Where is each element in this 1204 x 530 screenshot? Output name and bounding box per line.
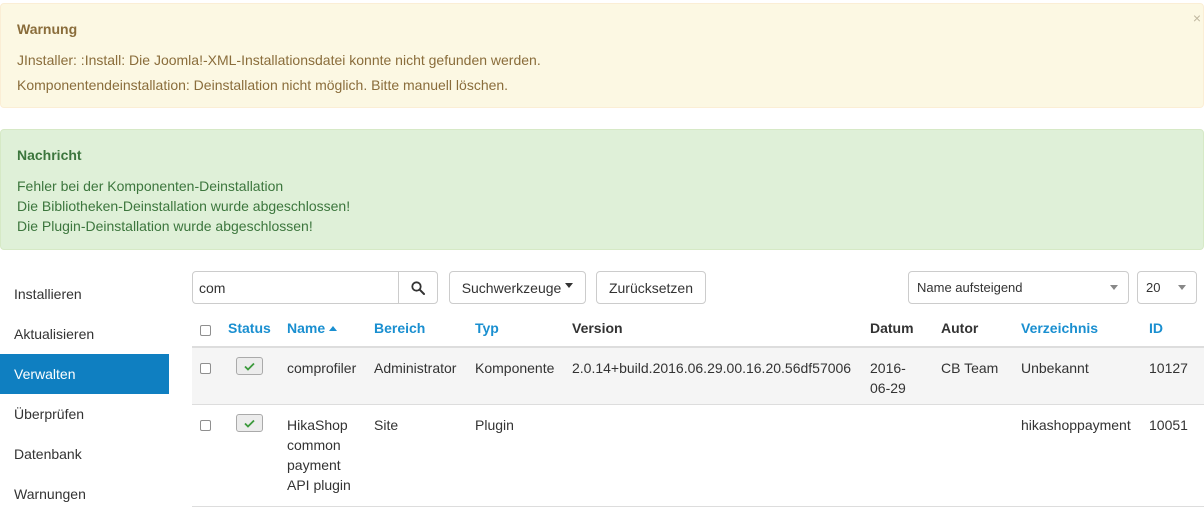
sort-ascending-icon [329,326,338,331]
search-input[interactable] [192,271,399,304]
row-typ: Komponente [475,360,555,376]
column-header-autor: Autor [941,320,979,336]
warning-message: Komponentendeinstallation: Deinstallatio… [17,77,509,93]
sort-select-value: Name aufsteigend [917,280,1023,295]
row-name[interactable]: comprofiler [287,358,356,378]
column-header-name-label: Name [287,320,326,336]
sidebar: Installieren Aktualisieren Verwalten Übe… [0,274,169,514]
select-all-checkbox[interactable] [200,325,211,336]
row-id: 10127 [1149,360,1188,376]
limit-select-value: 20 [1146,280,1161,295]
row-checkbox[interactable] [200,363,211,374]
row-name[interactable]: payment [287,455,341,475]
warning-alert: Warnung JInstaller: :Install: Die Joomla… [0,3,1204,108]
row-name[interactable]: HikaShop [287,415,348,435]
status-enabled-button[interactable] [236,357,263,375]
sidebar-item-verwalten[interactable]: Verwalten [0,354,169,394]
sidebar-item-aktualisieren[interactable]: Aktualisieren [0,314,169,354]
close-icon[interactable]: × [1193,10,1201,26]
check-icon [244,362,255,371]
sidebar-item-ueberpruefen[interactable]: Überprüfen [0,394,169,434]
column-header-verzeichnis[interactable]: Verzeichnis [1021,314,1098,344]
sidebar-item-warnungen[interactable]: Warnungen [0,474,169,514]
column-header-name[interactable]: Name [287,314,338,344]
row-verzeichnis: hikashoppayment [1021,417,1131,433]
warning-title: Warnung [17,21,78,37]
message-line: Fehler bei der Komponenten-Deinstallatio… [17,178,284,194]
table-row: HikaShop common payment API plugin Site … [192,405,1204,507]
row-name[interactable]: common [287,435,341,455]
sidebar-item-datenbank[interactable]: Datenbank [0,434,169,474]
row-checkbox[interactable] [200,420,211,431]
chevron-down-icon [1110,285,1118,290]
warning-message: JInstaller: :Install: Die Joomla!-XML-In… [17,52,541,68]
row-bereich: Administrator [374,360,457,376]
row-datum: 2016- [870,360,906,376]
sort-select[interactable]: Name aufsteigend [908,271,1129,304]
row-autor: CB Team [941,360,999,376]
row-name[interactable]: API plugin [287,475,351,495]
message-alert: Nachricht Fehler bei der Komponenten-Dei… [0,129,1204,250]
column-header-bereich[interactable]: Bereich [374,314,425,344]
row-typ: Plugin [475,417,514,433]
column-header-datum: Datum [870,320,914,336]
column-header-version: Version [572,320,623,336]
column-header-status[interactable]: Status [228,314,271,344]
search-tools-button[interactable]: Suchwerkzeuge [449,271,586,304]
row-datum: 06-29 [870,380,906,396]
row-bereich: Site [374,417,399,433]
caret-down-icon [565,283,574,288]
sidebar-item-installieren[interactable]: Installieren [0,274,169,314]
chevron-down-icon [1178,285,1186,290]
row-verzeichnis: Unbekannt [1021,360,1089,376]
message-line: Die Bibliotheken-Deinstallation wurde ab… [17,198,351,214]
column-header-typ[interactable]: Typ [475,314,499,344]
check-icon [244,419,255,428]
search-tools-label: Suchwerkzeuge [461,279,562,296]
message-title: Nachricht [17,147,82,163]
row-version: 2.0.14+build.2016.06.29.00.16.20.56df570… [572,360,852,376]
column-header-id[interactable]: ID [1149,314,1163,344]
search-button[interactable] [398,271,438,304]
search-icon [411,280,425,295]
limit-select[interactable]: 20 [1137,271,1197,304]
row-id: 10051 [1149,417,1188,433]
message-line: Die Plugin-Deinstallation wurde abgeschl… [17,218,313,234]
reset-button[interactable]: Zurücksetzen [596,271,706,304]
table-row: comprofiler Administrator Komponente 2.0… [192,348,1204,405]
status-enabled-button[interactable] [236,414,263,432]
